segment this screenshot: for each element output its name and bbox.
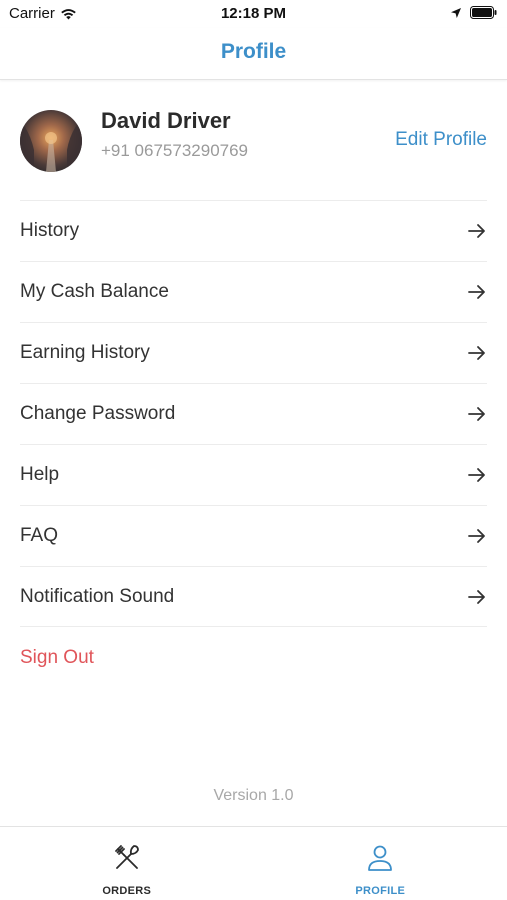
version-label: Version 1.0 [213,787,294,804]
avatar [20,110,82,172]
tab-label: ORDERS [102,885,152,897]
profile-summary: David Driver +91 067573290769 Edit Profi… [20,108,487,174]
menu-item-label: Earning History [20,342,150,363]
menu-item-earning-history[interactable]: Earning History [20,322,487,383]
location-arrow-icon [451,7,461,18]
menu-item-help[interactable]: Help [20,444,487,505]
tab-profile[interactable]: PROFILE [254,827,507,900]
status-bar: Carrier 12:18 PM [0,0,507,28]
arrow-right-icon [468,407,485,421]
battery-icon [470,6,497,19]
profile-menu: History My Cash Balance Earning History … [20,200,487,627]
arrow-right-icon [468,529,485,543]
user-icon [368,845,393,871]
menu-item-label: Change Password [20,403,176,424]
arrow-right-icon [468,589,485,604]
sign-out-button[interactable]: Sign Out [20,647,94,669]
menu-item-notification-sound[interactable]: Notification Sound [20,566,487,627]
status-right-icons [450,6,497,19]
avatar-photo [20,110,82,172]
arrow-right-icon [468,346,485,360]
profile-name: David Driver [101,108,231,133]
edit-profile-button[interactable]: Edit Profile [395,129,487,151]
profile-phone: +91 067573290769 [101,141,249,160]
menu-item-my-cash-balance[interactable]: My Cash Balance [20,261,487,322]
menu-item-label: Notification Sound [20,585,175,607]
menu-item-label: My Cash Balance [20,281,169,302]
tab-label: PROFILE [355,885,406,897]
menu-item-change-password[interactable]: Change Password [20,383,487,444]
tab-orders[interactable]: ORDERS [0,827,254,900]
tab-bar: ORDERS PROFILE [0,826,507,900]
arrow-right-icon [468,468,485,482]
menu-item-faq[interactable]: FAQ [20,505,487,566]
menu-item-label: FAQ [20,525,59,546]
fork-knife-icon [114,845,139,869]
page-title: Profile [220,40,287,63]
status-time: 12:18 PM [220,5,287,22]
arrow-right-icon [468,224,485,238]
menu-item-label: Help [20,464,60,485]
arrow-right-icon [468,285,485,299]
menu-item-label: History [20,220,80,241]
menu-item-history[interactable]: History [20,200,487,261]
navigation-bar: Profile [0,28,507,80]
